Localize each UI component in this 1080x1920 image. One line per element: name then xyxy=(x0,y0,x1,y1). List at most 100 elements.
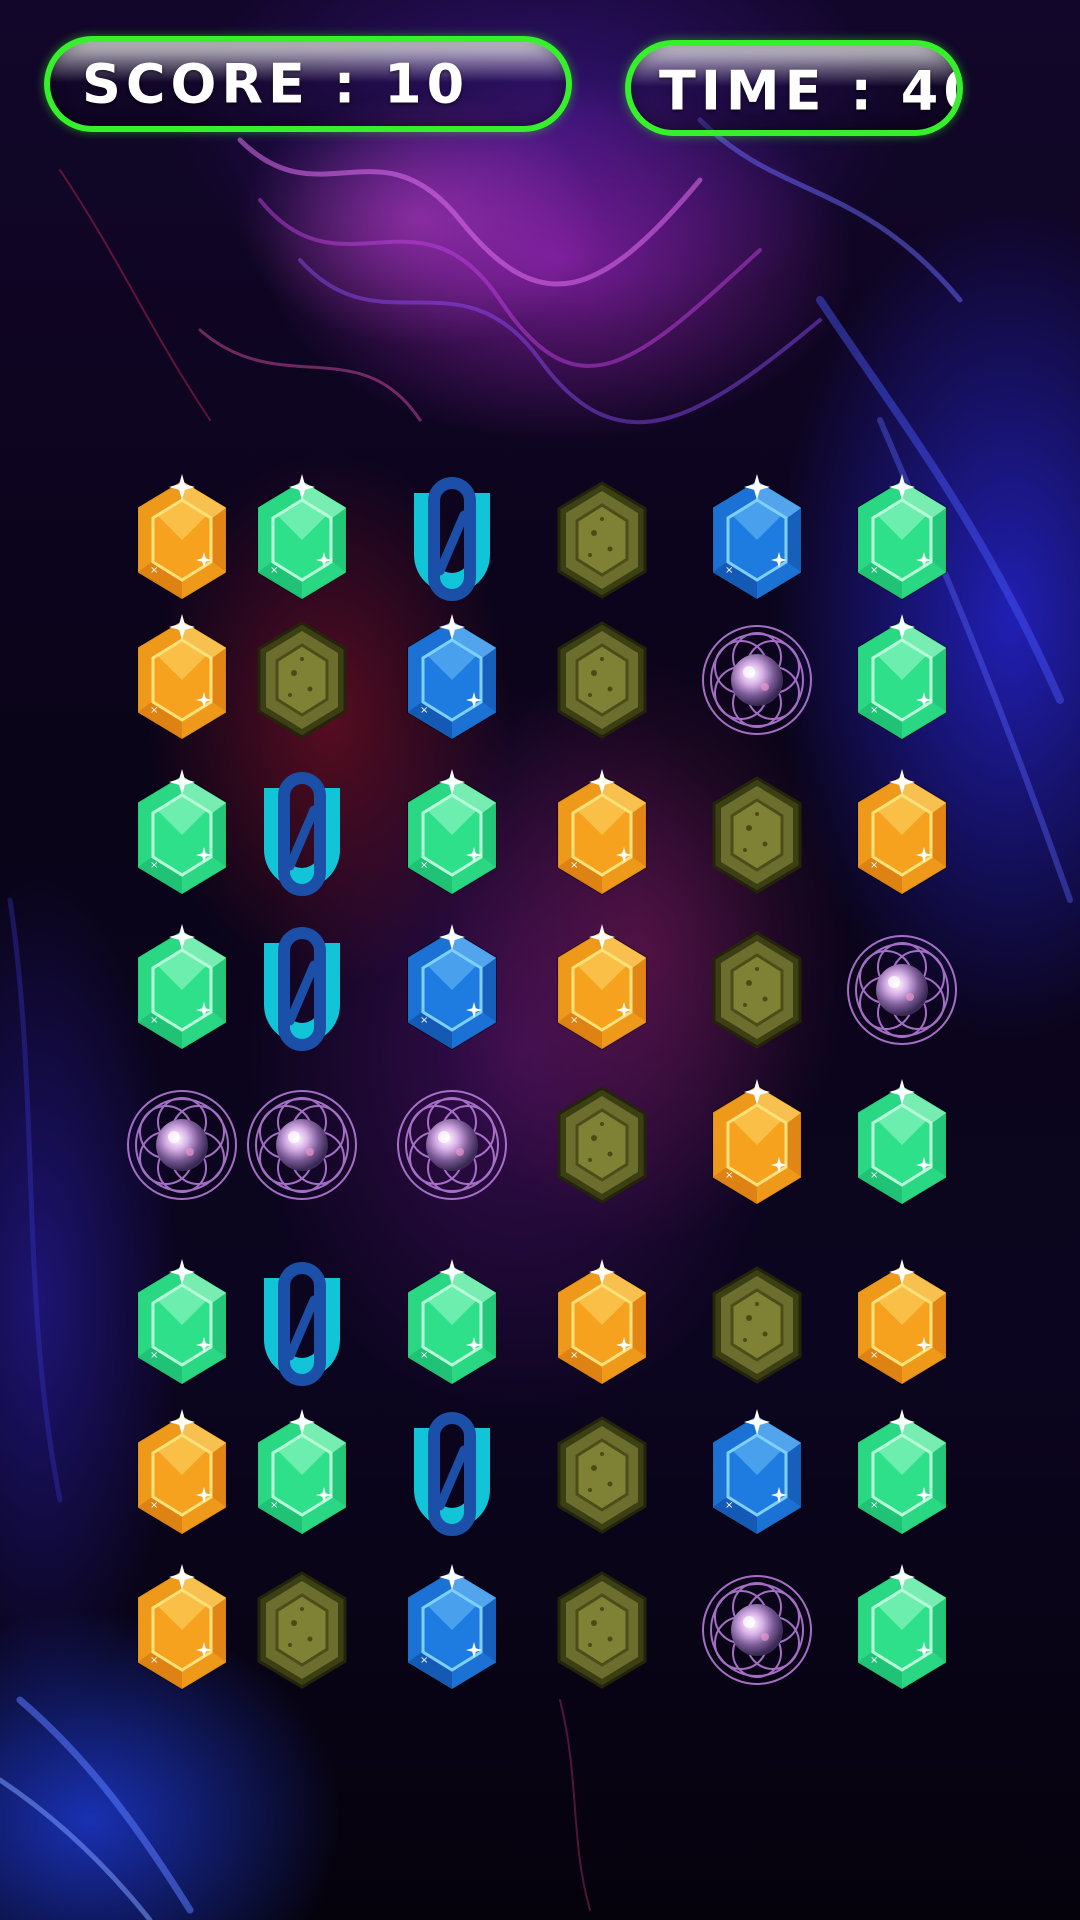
orb-tile[interactable] xyxy=(392,1080,512,1210)
orange-gem-icon: × xyxy=(857,769,947,896)
olive-gem[interactable] xyxy=(542,615,662,745)
orange-gem[interactable]: × xyxy=(122,474,242,605)
orange-gem[interactable]: × xyxy=(542,924,662,1055)
olive-gem[interactable] xyxy=(542,1410,662,1540)
green-gem-icon: × xyxy=(857,1564,947,1691)
orb-tile[interactable] xyxy=(697,1565,817,1695)
orb-tile[interactable] xyxy=(697,615,817,745)
olive-gem[interactable] xyxy=(542,475,662,605)
orange-gem-icon: × xyxy=(137,474,227,601)
blue-gem[interactable]: × xyxy=(392,924,512,1055)
blue-gem-icon: × xyxy=(407,614,497,741)
olive-gem[interactable] xyxy=(697,770,817,900)
olive-gem-icon xyxy=(557,621,647,739)
blue-gem[interactable]: × xyxy=(392,1564,512,1695)
olive-gem[interactable] xyxy=(697,1260,817,1390)
olive-gem[interactable] xyxy=(542,1565,662,1695)
orange-gem-icon: × xyxy=(137,614,227,741)
svg-text:×: × xyxy=(150,1015,158,1026)
svg-text:×: × xyxy=(270,1500,278,1511)
green-gem[interactable]: × xyxy=(842,1079,962,1210)
orange-gem[interactable]: × xyxy=(122,1409,242,1540)
orange-gem-icon: × xyxy=(137,1564,227,1691)
green-gem-icon: × xyxy=(407,769,497,896)
blue-gem[interactable]: × xyxy=(697,474,817,605)
blue-gem[interactable]: × xyxy=(697,1409,817,1540)
svg-text:×: × xyxy=(150,705,158,716)
green-gem-icon: × xyxy=(857,1409,947,1536)
magnet-icon xyxy=(264,1262,340,1386)
magnet-tile[interactable] xyxy=(392,1410,512,1540)
svg-text:×: × xyxy=(270,565,278,576)
orange-gem[interactable]: × xyxy=(122,614,242,745)
svg-text:×: × xyxy=(420,860,428,871)
green-gem[interactable]: × xyxy=(122,769,242,900)
olive-gem-icon xyxy=(557,1086,647,1204)
green-gem[interactable]: × xyxy=(242,1409,362,1540)
magnet-icon xyxy=(414,1412,490,1536)
orange-gem-icon: × xyxy=(557,924,647,1051)
orb-tile[interactable] xyxy=(122,1080,242,1210)
olive-gem-icon xyxy=(712,776,802,894)
svg-text:×: × xyxy=(150,1350,158,1361)
orb-tile[interactable] xyxy=(842,925,962,1055)
green-gem-icon: × xyxy=(407,1259,497,1386)
orange-gem-icon: × xyxy=(712,1079,802,1206)
green-gem[interactable]: × xyxy=(122,1259,242,1390)
svg-text:×: × xyxy=(570,860,578,871)
olive-gem-icon xyxy=(712,931,802,1049)
blue-gem-icon: × xyxy=(712,1409,802,1536)
magnet-tile[interactable] xyxy=(242,925,362,1055)
magnet-icon xyxy=(414,477,490,601)
magnet-tile[interactable] xyxy=(242,770,362,900)
blue-gem-icon: × xyxy=(712,474,802,601)
svg-text:×: × xyxy=(870,565,878,576)
blue-gem-icon: × xyxy=(407,1564,497,1691)
orange-gem-icon: × xyxy=(557,1259,647,1386)
olive-gem-icon xyxy=(557,481,647,599)
olive-gem[interactable] xyxy=(542,1080,662,1210)
svg-text:×: × xyxy=(870,1655,878,1666)
green-gem[interactable]: × xyxy=(842,1564,962,1695)
orange-gem-icon: × xyxy=(857,1259,947,1386)
magnet-tile[interactable] xyxy=(392,475,512,605)
svg-text:×: × xyxy=(870,1170,878,1181)
orb-tile[interactable] xyxy=(242,1080,362,1210)
green-gem[interactable]: × xyxy=(392,1259,512,1390)
orange-gem[interactable]: × xyxy=(842,769,962,900)
svg-text:×: × xyxy=(725,565,733,576)
orange-gem-icon: × xyxy=(557,769,647,896)
svg-text:×: × xyxy=(150,1500,158,1511)
olive-gem-icon xyxy=(557,1416,647,1534)
orange-gem[interactable]: × xyxy=(542,1259,662,1390)
svg-text:×: × xyxy=(150,1655,158,1666)
olive-gem[interactable] xyxy=(242,1565,362,1695)
green-gem-icon: × xyxy=(857,614,947,741)
magnet-icon xyxy=(264,772,340,896)
svg-text:×: × xyxy=(420,705,428,716)
magnet-tile[interactable] xyxy=(242,1260,362,1390)
orange-gem[interactable]: × xyxy=(842,1259,962,1390)
olive-gem-icon xyxy=(257,1571,347,1689)
green-gem[interactable]: × xyxy=(122,924,242,1055)
orange-gem[interactable]: × xyxy=(122,1564,242,1695)
green-gem[interactable]: × xyxy=(842,614,962,745)
olive-gem-icon xyxy=(712,1266,802,1384)
olive-gem[interactable] xyxy=(697,925,817,1055)
green-gem[interactable]: × xyxy=(242,474,362,605)
olive-gem-icon xyxy=(557,1571,647,1689)
green-gem-icon: × xyxy=(137,769,227,896)
green-gem[interactable]: × xyxy=(392,769,512,900)
olive-gem[interactable] xyxy=(242,615,362,745)
green-gem[interactable]: × xyxy=(842,474,962,605)
green-gem[interactable]: × xyxy=(842,1409,962,1540)
svg-text:×: × xyxy=(150,565,158,576)
blue-gem[interactable]: × xyxy=(392,614,512,745)
svg-text:×: × xyxy=(725,1170,733,1181)
orange-gem[interactable]: × xyxy=(542,769,662,900)
green-gem-icon: × xyxy=(257,1409,347,1536)
svg-text:×: × xyxy=(870,1350,878,1361)
svg-text:×: × xyxy=(420,1015,428,1026)
svg-text:×: × xyxy=(150,860,158,871)
orange-gem[interactable]: × xyxy=(697,1079,817,1210)
